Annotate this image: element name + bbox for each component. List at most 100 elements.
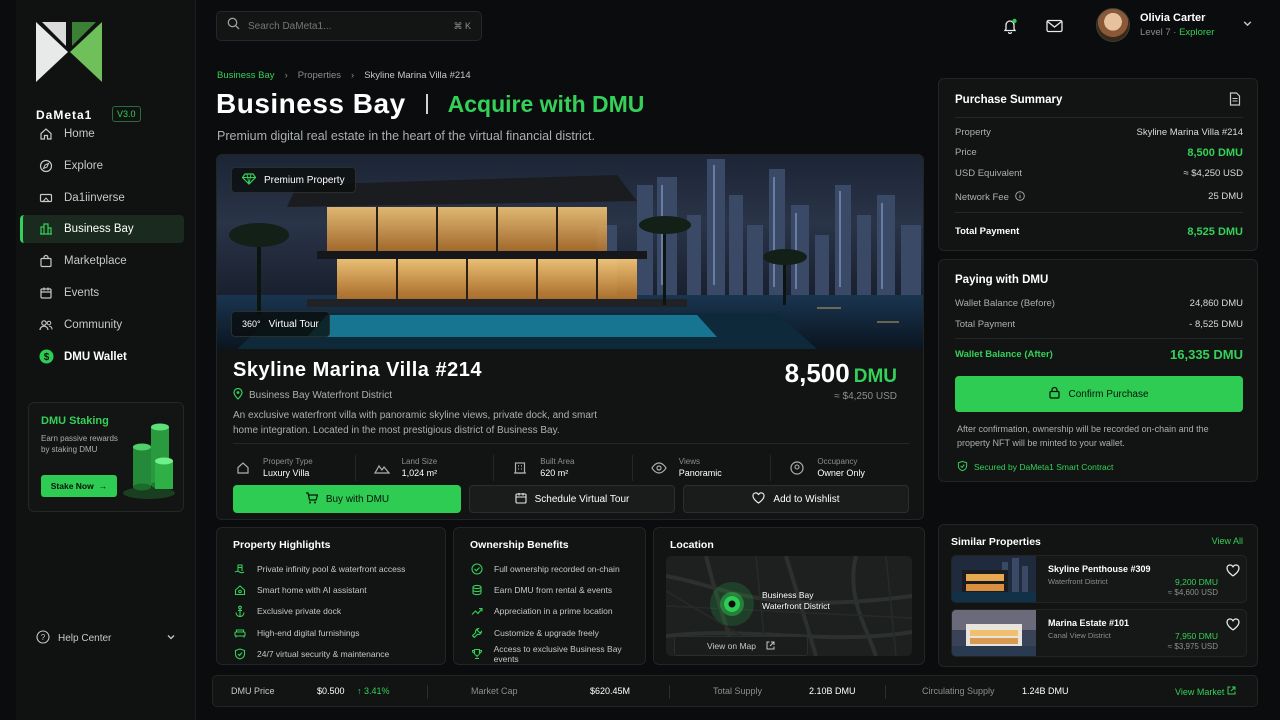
svg-text:$: $ — [43, 352, 49, 363]
payment-total-row: Total Payment - 8,525 DMU — [955, 319, 1243, 330]
virtual-tour-button[interactable]: 360° Virtual Tour — [231, 311, 330, 337]
similar-property-price: 9,200 DMU — [1175, 577, 1218, 587]
summary-row-network-fee: Network Fee 25 DMU — [955, 191, 1243, 204]
shield-check-icon — [957, 460, 968, 474]
logo[interactable]: DaMeta1 V3.0 — [36, 22, 141, 122]
view-all-link[interactable]: View All — [1212, 536, 1243, 546]
sidebar-item-da1iinverse[interactable]: Da1iinverse — [20, 184, 184, 212]
similar-property-item[interactable]: Marina Estate #101 Canal View District 7… — [951, 609, 1247, 657]
view-on-map-button[interactable]: View on Map — [674, 636, 808, 656]
list-item-text: Smart home with AI assistant — [257, 584, 367, 595]
search-input[interactable] — [248, 20, 454, 32]
schedule-tour-button[interactable]: Schedule Virtual Tour — [469, 485, 675, 513]
page-title-accent: Acquire with DMU — [447, 90, 645, 117]
check-circle-icon — [470, 562, 484, 576]
document-icon[interactable] — [1229, 92, 1241, 111]
external-link-icon — [766, 641, 775, 652]
row-label: Total Payment — [955, 226, 1020, 237]
spec-views: Views Panoramic — [649, 454, 772, 481]
buy-label: Buy with DMU — [325, 493, 390, 505]
user-info: Olivia Carter Level 7 · Explorer — [1140, 12, 1214, 38]
sidebar-item-marketplace[interactable]: Marketplace — [20, 247, 184, 275]
messages-button[interactable] — [1044, 16, 1064, 36]
market-stats-bar: DMU Price $0.500 ↑ 3.41% Market Cap $620… — [212, 675, 1258, 707]
list-item: 24/7 virtual security & maintenance — [233, 643, 405, 664]
sidebar-item-explore[interactable]: Explore — [20, 152, 184, 180]
view-market-label: View Market — [1175, 687, 1225, 697]
sidebar-item-label: Marketplace — [64, 255, 127, 268]
spec-value: Owner Only — [817, 468, 865, 478]
row-label: Network Fee — [955, 191, 1025, 204]
summary-row-price: Price 8,500 DMU — [955, 147, 1243, 159]
sidebar-item-dmu-wallet[interactable]: $ DMU Wallet — [20, 343, 184, 371]
purchase-summary-panel: Purchase Summary Property Skyline Marina … — [938, 78, 1258, 251]
confirm-purchase-label: Confirm Purchase — [1068, 388, 1149, 400]
virtual-tour-label: Virtual Tour — [268, 318, 319, 330]
spec-label: Occupancy — [817, 457, 858, 466]
summary-row-property: Property Skyline Marina Villa #214 — [955, 127, 1243, 138]
sidebar-item-home[interactable]: Home — [20, 120, 184, 148]
confirm-purchase-button[interactable]: Confirm Purchase — [955, 376, 1243, 412]
sidebar-item-business-bay[interactable]: Business Bay — [20, 215, 184, 244]
list-item-text: Earn DMU from rental & events — [494, 584, 613, 595]
stake-now-button[interactable]: Stake Now → — [41, 475, 117, 497]
list-item: Full ownership recorded on-chain — [470, 558, 645, 579]
coins-icon — [470, 583, 484, 597]
row-label: USD Equivalent — [955, 168, 1023, 179]
row-value: Skyline Marina Villa #214 — [1136, 127, 1244, 138]
spec-label: Views — [678, 457, 700, 466]
row-value: 25 DMU — [1208, 191, 1243, 202]
sidebar-item-label: Community — [64, 318, 123, 331]
spec-value: Luxury Villa — [263, 468, 310, 478]
buy-with-dmu-button[interactable]: Buy with DMU — [233, 485, 461, 513]
sidebar-item-community[interactable]: Community — [20, 311, 184, 339]
divider — [427, 685, 428, 699]
similar-property-item[interactable]: Skyline Penthouse #309 Waterfront Distri… — [951, 555, 1247, 603]
divider — [669, 685, 670, 699]
user-menu[interactable]: Olivia Carter Level 7 · Explorer — [1096, 8, 1253, 42]
trending-up-icon — [470, 604, 484, 618]
notification-button[interactable] — [1000, 16, 1020, 36]
paying-title: Paying with DMU — [955, 274, 1049, 286]
heart-icon[interactable] — [1226, 618, 1240, 636]
help-center[interactable]: ? Help Center — [36, 630, 176, 647]
list-item-text: High-end digital furnishings — [257, 627, 360, 638]
user-name: Olivia Carter — [1140, 12, 1206, 24]
property-location-text: Business Bay Waterfront District — [249, 390, 393, 401]
breadcrumb-business-bay[interactable]: Business Bay — [217, 70, 275, 81]
dmu-price-value: $0.500 — [317, 686, 345, 696]
trophy-icon — [470, 647, 484, 661]
sidebar-item-events[interactable]: Events — [20, 279, 184, 307]
price-usd: ≈ $4,250 USD — [834, 391, 897, 402]
property-actions: Buy with DMU Schedule Virtual Tour Add t… — [233, 485, 909, 513]
location-title: Location — [670, 539, 714, 551]
add-to-wishlist-button[interactable]: Add to Wishlist — [683, 485, 909, 513]
secured-text: Secured by DaMeta1 Smart Contract — [974, 462, 1114, 472]
smart-home-icon — [233, 583, 247, 597]
dmu-price-label: DMU Price — [231, 686, 275, 696]
info-icon[interactable] — [1014, 191, 1025, 204]
list-item: Smart home with AI assistant — [233, 579, 405, 600]
spec-occupancy: Occupancy Owner Only — [787, 455, 909, 481]
highlights-title: Property Highlights — [233, 539, 331, 551]
calendar-icon — [38, 285, 54, 301]
property-highlights-card: Property Highlights Private infinity poo… — [216, 527, 446, 665]
diamond-icon — [241, 172, 257, 188]
total-supply-label: Total Supply — [713, 686, 763, 696]
property-name: Skyline Marina Villa #214 — [233, 359, 482, 381]
ticket-icon — [38, 190, 54, 206]
breadcrumb-properties[interactable]: Properties — [298, 70, 341, 81]
logo-mark-icon — [36, 22, 102, 82]
similar-property-price: 7,950 DMU — [1175, 631, 1218, 641]
cart-icon — [305, 491, 319, 507]
dollar-icon: $ — [38, 349, 54, 365]
heart-icon[interactable] — [1226, 564, 1240, 582]
map-label-line1: Business Bay — [762, 590, 814, 600]
sofa-icon — [233, 626, 247, 640]
view-market-link[interactable]: View Market — [1175, 686, 1236, 697]
search-bar: ⌘ K — [216, 11, 482, 41]
price-unit: DMU — [853, 366, 897, 387]
property-description: An exclusive waterfront villa with panor… — [233, 410, 598, 436]
property-hero-image[interactable]: Premium Property 360° Virtual Tour — [217, 155, 923, 349]
row-value: 8,500 DMU — [1187, 147, 1243, 159]
